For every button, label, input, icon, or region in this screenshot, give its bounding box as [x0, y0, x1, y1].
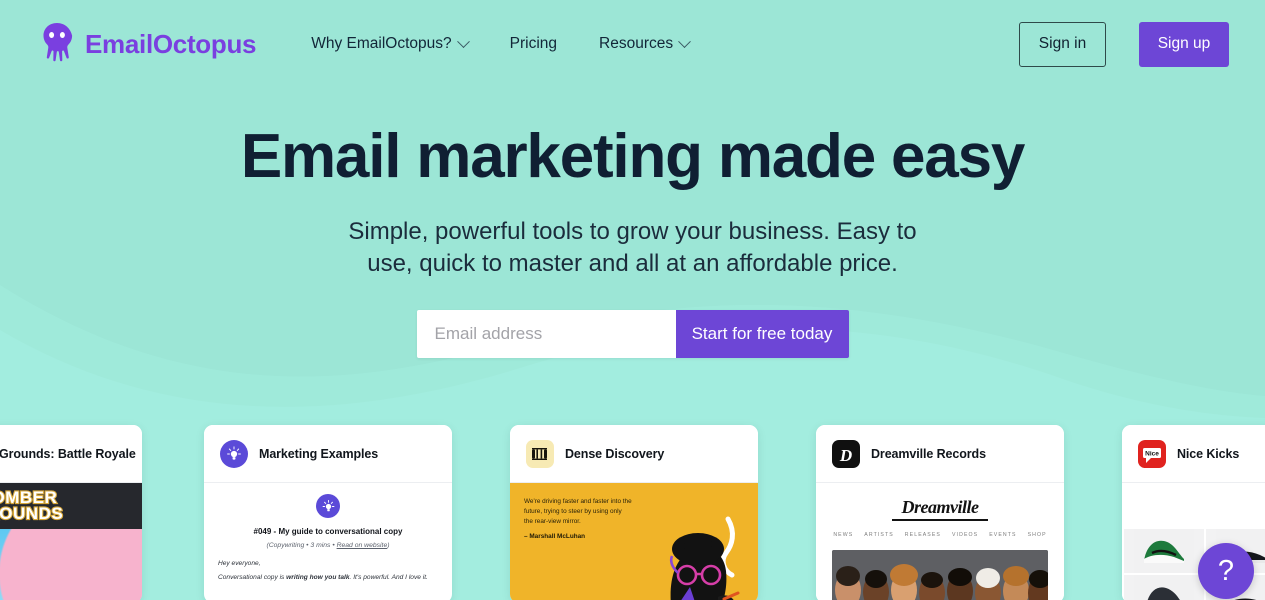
- chevron-down-icon: [678, 34, 691, 48]
- start-free-button[interactable]: Start for free today: [675, 309, 849, 358]
- nav-item-label: Pricing: [509, 35, 558, 52]
- card-title: Bomber Grounds: Battle Royale: [0, 446, 136, 461]
- octopus-icon: [43, 23, 73, 62]
- body-pre: Conversational copy is: [218, 574, 287, 581]
- sign-up-button[interactable]: Sign up: [1139, 21, 1229, 67]
- brand-name: EmailOctopus: [85, 28, 257, 59]
- card-title: Dreamville Records: [871, 446, 986, 461]
- meta-suffix: ): [387, 542, 390, 549]
- svg-text:D: D: [839, 446, 852, 465]
- nice-kicks-icon: Nice: [1138, 439, 1166, 468]
- quote-attribution: – Marshall McLuhan: [524, 532, 586, 540]
- newsletter-card-marketing-examples[interactable]: Marketing Examples #049 - My guide to co…: [204, 425, 452, 600]
- newsletter-card-dreamville-records[interactable]: D Dreamville Records Dreamville NEWS ART…: [816, 425, 1064, 600]
- bomber-grounds-artwork: [0, 529, 142, 600]
- nav-item-label: Why EmailOctopus?: [311, 35, 452, 52]
- bomber-grounds-wordmark: BOMBER GROUNDS: [0, 488, 64, 524]
- top-navigation-bar: EmailOctopus Why EmailOctopus? Pricing R…: [0, 0, 1265, 88]
- wordmark-text: Dreamville: [901, 497, 979, 517]
- nav-item-resources[interactable]: Resources: [578, 27, 710, 61]
- nav-news: NEWS: [833, 532, 854, 538]
- lightbulb-icon: [316, 494, 340, 518]
- svg-text:Nice: Nice: [1145, 450, 1159, 457]
- lightbulb-icon: [220, 439, 248, 468]
- newsletter-greeting: Hey everyone,: [218, 560, 261, 567]
- nav-releases: RELEASES: [904, 532, 941, 538]
- brand-logo[interactable]: EmailOctopus: [36, 20, 257, 68]
- newsletter-meta: (Copywriting • 3 mins • Read on website): [218, 542, 438, 549]
- read-on-website-link[interactable]: Read on website: [337, 542, 388, 549]
- nav-item-pricing[interactable]: Pricing: [489, 27, 578, 61]
- quote-text: We're driving faster and faster into the…: [524, 498, 632, 525]
- nav-shop: SHOP: [1027, 532, 1047, 538]
- newsletter-card-bomber-grounds[interactable]: Bomber Grounds: Battle Royale BOMBER GRO…: [0, 425, 142, 600]
- nav-events: EVENTS: [989, 532, 1017, 538]
- dreamville-d-icon: D: [832, 439, 860, 468]
- meta-prefix: (Copywriting • 3 mins •: [266, 542, 337, 549]
- card-header: Marketing Examples: [204, 425, 452, 483]
- nav-videos: VIDEOS: [952, 532, 979, 538]
- signup-form: Start for free today: [416, 309, 849, 358]
- sneaker-thumb: [1124, 529, 1204, 573]
- hero-subheading: Simple, powerful tools to grow your busi…: [348, 218, 917, 277]
- page-root: EmailOctopus Why EmailOctopus? Pricing R…: [0, 0, 1265, 600]
- newsletter-headline: #049 - My guide to conversational copy: [253, 527, 403, 536]
- site-nav-preview: NEWS ARTISTS RELEASES VIDEOS EVENTS SHOP: [816, 532, 1064, 538]
- card-preview: BOMBER GROUNDS: [0, 483, 142, 600]
- nav-artists: ARTISTS: [864, 532, 894, 538]
- body-post: . It's powerful. And I love it.: [349, 574, 428, 581]
- wordmark-line-2: GROUNDS: [0, 504, 64, 523]
- nice-kicks-wordmark: Nice Kic: [1122, 495, 1265, 517]
- newsletter-card-dense-discovery[interactable]: Dense Discovery We're driving faster and…: [510, 425, 758, 600]
- group-photo: [832, 550, 1048, 600]
- email-input[interactable]: [416, 309, 676, 358]
- card-preview: We're driving faster and faster into the…: [510, 483, 758, 600]
- card-header: D Dreamville Records: [816, 425, 1064, 483]
- wordmark-underline: [892, 519, 988, 521]
- card-title: Dense Discovery: [565, 446, 665, 461]
- body-bold: writing how you talk: [286, 574, 350, 581]
- bomber-grounds-banner: BOMBER GROUNDS: [0, 483, 142, 529]
- help-button[interactable]: ?: [1198, 543, 1254, 599]
- card-preview: #049 - My guide to conversational copy (…: [204, 483, 452, 600]
- card-title: Nice Kicks: [1177, 446, 1240, 461]
- card-preview: Dreamville NEWS ARTISTS RELEASES VIDEOS …: [816, 483, 1064, 600]
- quote-block: We're driving faster and faster into the…: [524, 497, 632, 542]
- nav-item-label: Resources: [599, 35, 674, 52]
- card-title: Marketing Examples: [259, 446, 379, 461]
- nav-item-why-emailoctopus[interactable]: Why EmailOctopus?: [290, 27, 488, 61]
- newsletter-examples-strip: Bomber Grounds: Battle Royale BOMBER GRO…: [0, 425, 1265, 600]
- newsletter-body: Conversational copy is writing how you t…: [218, 574, 438, 581]
- sneaker-thumb: [1124, 575, 1204, 600]
- chevron-down-icon: [456, 34, 470, 48]
- illustration-person: [669, 516, 740, 600]
- card-header: Dense Discovery: [510, 425, 758, 483]
- nav-links: Why EmailOctopus? Pricing Resources: [290, 27, 710, 61]
- page-title: Email marketing made easy: [240, 122, 1025, 191]
- nav-actions: Sign in Sign up: [1019, 21, 1229, 67]
- card-header: Bomber Grounds: Battle Royale: [0, 425, 142, 483]
- card-header: Nice Nice Kicks: [1122, 425, 1265, 483]
- dreamville-wordmark: Dreamville: [816, 497, 1064, 521]
- dense-discovery-icon: [526, 439, 554, 468]
- sign-in-button[interactable]: Sign in: [1019, 21, 1106, 67]
